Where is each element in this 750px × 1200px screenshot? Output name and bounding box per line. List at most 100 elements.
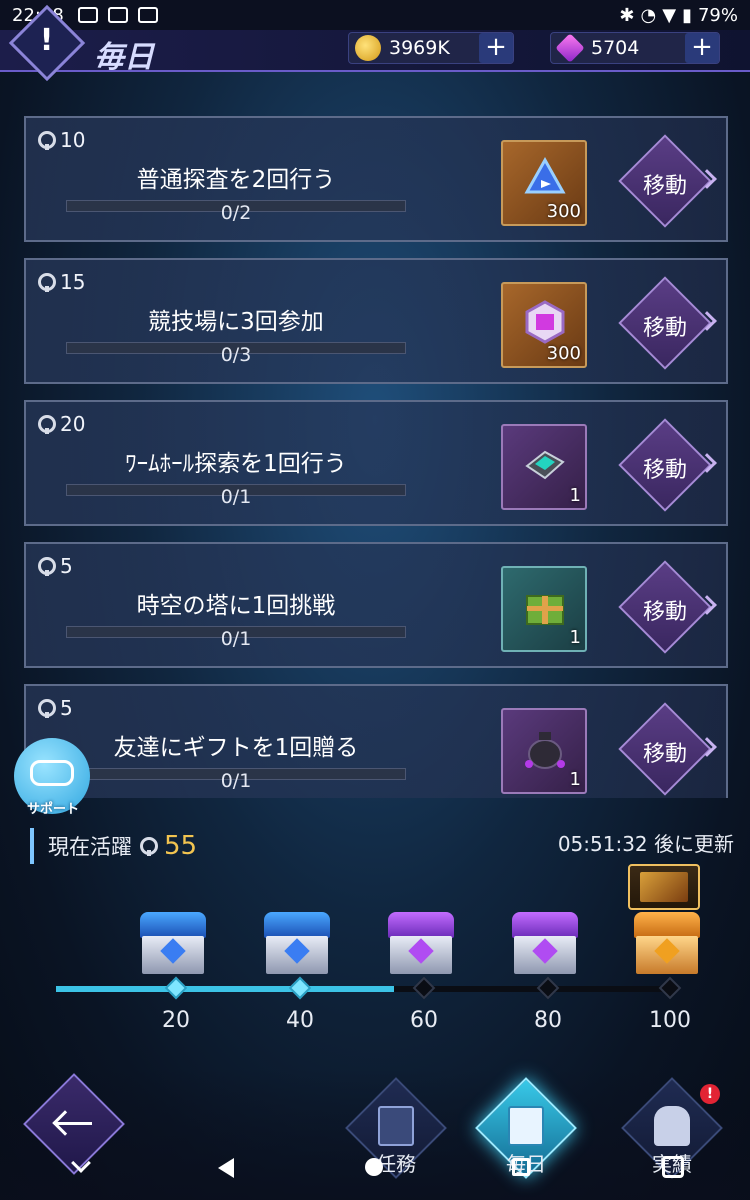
gift-box-icon (526, 595, 564, 625)
mission-points: 10 (60, 128, 86, 152)
activity-track-fill (56, 986, 394, 992)
reward-item[interactable]: 1 (501, 566, 587, 652)
reward-chest-20[interactable] (140, 912, 206, 974)
go-button[interactable] (618, 418, 712, 512)
reward-quantity: 1 (569, 627, 581, 648)
mission-list[interactable]: 10 普通探査を2回行う 0/2 300 移動 15 競技場に3回参加 0/3 … (24, 116, 728, 798)
page-title: 毎日 (94, 40, 154, 75)
page-header: ! 毎日 3969K + 5704 + (0, 4, 750, 82)
mission-item: 15 競技場に3回参加 0/3 300 移動 (24, 258, 728, 384)
mission-title: 競技場に3回参加 (148, 309, 324, 335)
mission-progress: 0/3 (220, 344, 252, 366)
notification-icon (78, 7, 98, 23)
mission-points: 5 (60, 696, 73, 720)
back-triangle-icon[interactable] (218, 1158, 234, 1178)
mute-icon: ◔ (640, 4, 657, 26)
mission-title: 友達にギフトを1回贈る (113, 735, 359, 761)
reward-item[interactable]: 300 (501, 282, 587, 368)
mission-points: 5 (60, 554, 73, 578)
milestone-label: 80 (534, 1008, 562, 1033)
add-coins-button[interactable]: + (479, 33, 513, 63)
activity-point-icon (38, 699, 56, 718)
battery-icon: ▮ (682, 4, 692, 26)
mission-title: 時空の塔に1回挑戦 (136, 593, 336, 619)
reward-chest-40[interactable] (264, 912, 330, 974)
mission-progress: 0/1 (220, 486, 252, 508)
coin-icon (355, 35, 381, 61)
coin-balance: 3969K + (348, 32, 514, 64)
wifi-icon: ▼ (662, 4, 677, 26)
reward-chest-80[interactable] (512, 912, 578, 974)
reward-item[interactable]: 1 (501, 424, 587, 510)
activity-label: 現在活躍 (48, 835, 132, 859)
battery-level: 79% (697, 4, 738, 26)
milestone-label: 100 (649, 1008, 691, 1033)
coin-value: 3969K (389, 37, 450, 59)
activity-value: 55 (164, 831, 198, 861)
special-reward-tag (628, 864, 700, 910)
milestone-node (412, 976, 436, 1000)
back-arrow-icon (50, 1108, 94, 1138)
reward-quantity: 1 (569, 485, 581, 506)
support-label: サポート (26, 802, 79, 817)
gem-balance: 5704 + (550, 32, 720, 64)
milestone-label: 60 (410, 1008, 438, 1033)
activity-point-icon (38, 131, 56, 150)
reward-quantity: 300 (546, 343, 581, 364)
activity-point-icon (38, 557, 56, 576)
go-button[interactable] (618, 702, 712, 796)
calendar-star-icon (508, 1106, 544, 1146)
reward-item[interactable]: 300 (501, 140, 587, 226)
reward-quantity: 1 (569, 769, 581, 790)
chevron-down-icon[interactable] (71, 1153, 91, 1173)
purple-hexagon-icon (525, 300, 565, 344)
gem-value: 5704 (591, 37, 640, 59)
status-bar: 22:08 ✱ ◔ ▼ ▮ 79% (0, 0, 750, 30)
status-indicators: ✱ ◔ ▼ ▮ 79% (619, 5, 738, 26)
bluetooth-icon: ✱ (619, 4, 635, 26)
milestone-node (288, 976, 312, 1000)
gamepad-icon (30, 760, 74, 786)
go-button[interactable] (618, 560, 712, 654)
system-navigation (0, 1150, 750, 1200)
reward-chest-60[interactable] (388, 912, 454, 974)
milestone-node (536, 976, 560, 1000)
recents-square-icon[interactable] (512, 1158, 530, 1176)
activity-point-icon (38, 273, 56, 292)
notification-badge: ! (700, 1084, 720, 1104)
screenshot-icon[interactable] (662, 1156, 684, 1178)
mission-progress: 0/1 (220, 628, 252, 650)
notification-icon (108, 7, 128, 23)
refresh-timer: 05:51:32 後に更新 (557, 832, 734, 856)
activity-summary: 現在活躍 55 (30, 826, 197, 866)
mission-item: 10 普通探査を2回行う 0/2 300 移動 (24, 116, 728, 242)
mission-progress: 0/1 (220, 770, 252, 792)
mission-title: ﾜｰﾑﾎｰﾙ探索を1回行う (125, 451, 347, 477)
chip-module-icon (525, 450, 565, 480)
notebook-star-icon (378, 1106, 414, 1146)
mission-points: 15 (60, 270, 86, 294)
mission-points: 20 (60, 412, 86, 436)
mission-title: 普通探査を2回行う (136, 167, 336, 193)
activity-point-icon (140, 837, 158, 856)
milestone-node (164, 976, 188, 1000)
mission-item: 5 時空の塔に1回挑戦 0/1 1 移動 (24, 542, 728, 668)
activity-point-icon (38, 415, 56, 434)
add-gems-button[interactable]: + (685, 33, 719, 63)
home-circle-icon[interactable] (365, 1158, 383, 1176)
milestone-node (658, 976, 682, 1000)
trophy-icon (654, 1106, 690, 1146)
support-button[interactable]: サポート (14, 738, 90, 817)
reward-chest-100[interactable] (634, 912, 700, 974)
gem-icon (555, 33, 585, 63)
milestone-label: 20 (162, 1008, 190, 1033)
reward-item[interactable]: 1 (501, 708, 587, 794)
go-button[interactable] (618, 134, 712, 228)
bag-icon (525, 732, 565, 769)
mission-progress: 0/2 (220, 202, 252, 224)
milestone-label: 40 (286, 1008, 314, 1033)
notification-icon (138, 7, 158, 23)
blue-crystal-icon (524, 156, 566, 194)
go-button[interactable] (618, 276, 712, 370)
mission-item: 5 友達にギフトを1回贈る 0/1 1 移動 (24, 684, 728, 798)
